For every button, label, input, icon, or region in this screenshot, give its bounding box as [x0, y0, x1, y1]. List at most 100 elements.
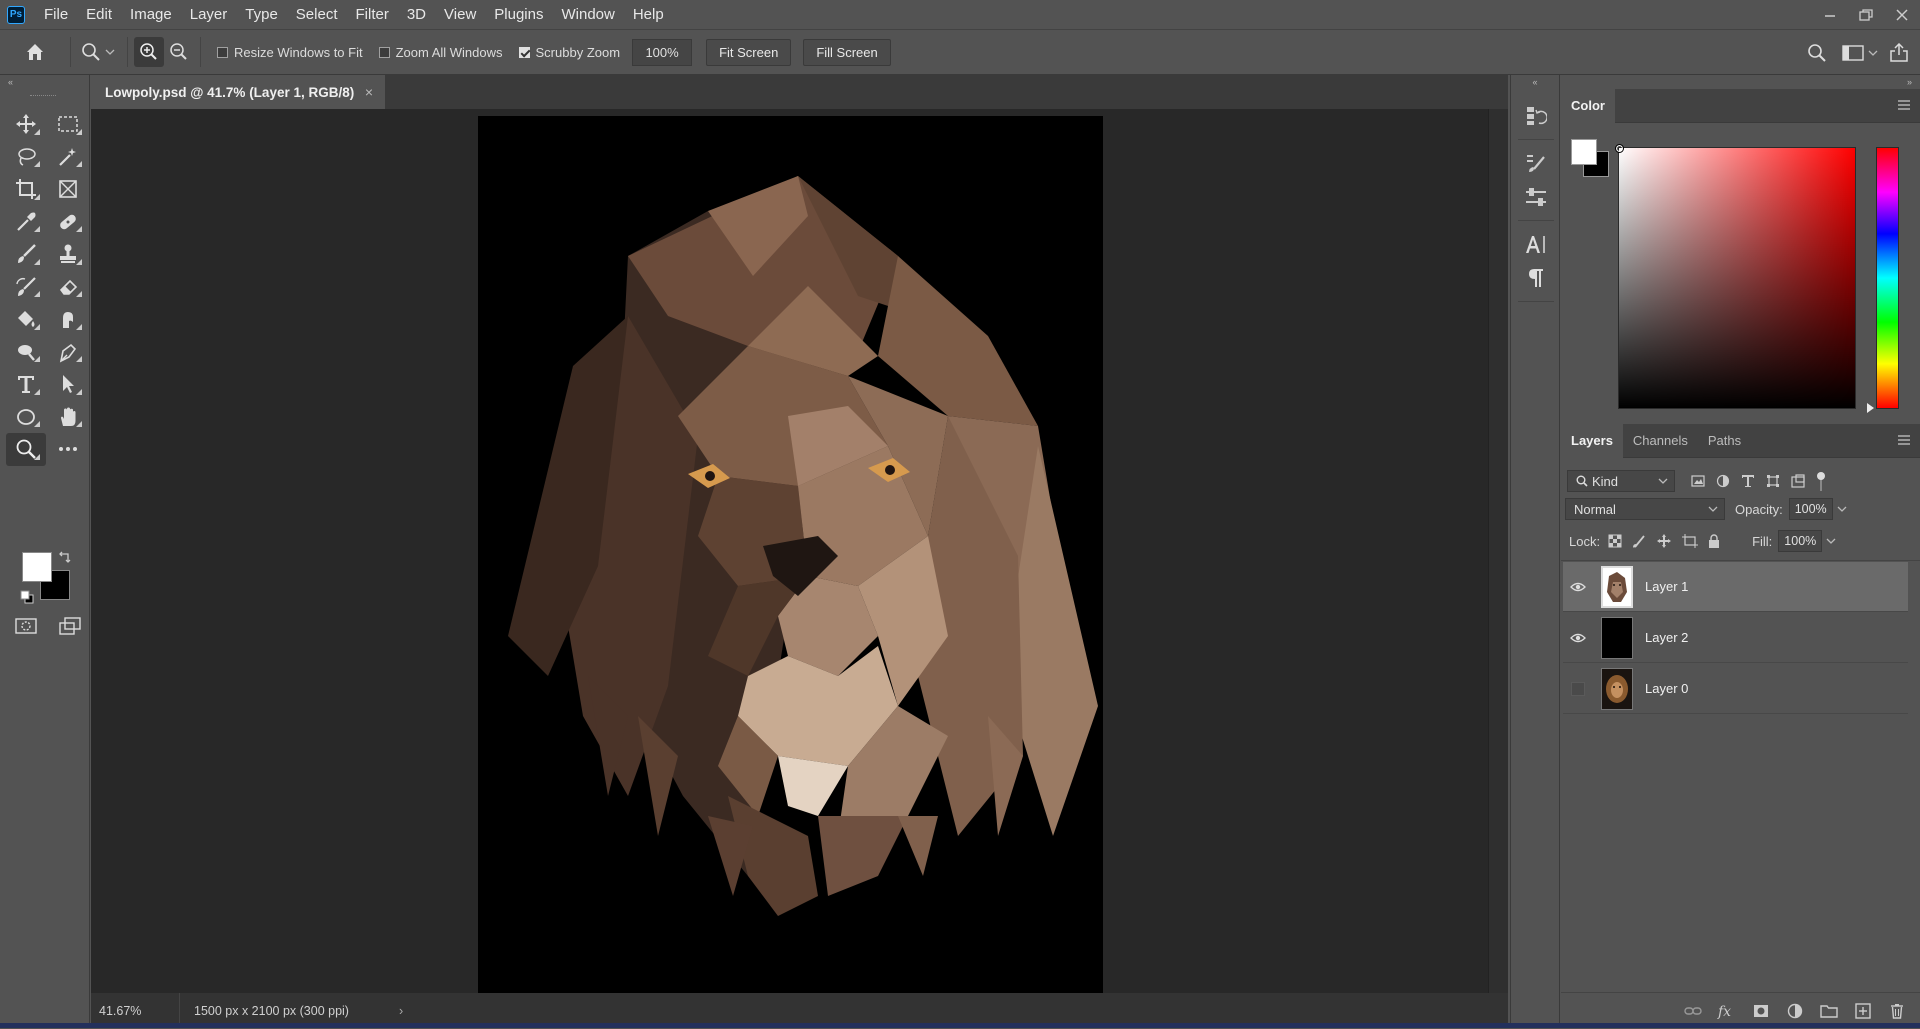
menu-type[interactable]: Type — [236, 0, 287, 29]
minimize-button[interactable] — [1812, 0, 1848, 29]
fill-screen-button[interactable]: Fill Screen — [803, 38, 891, 66]
eyedropper-tool[interactable] — [6, 206, 46, 239]
zoom-out-button[interactable] — [164, 37, 194, 67]
blend-mode-select[interactable]: Normal — [1565, 498, 1725, 520]
panel-menu-icon[interactable] — [1898, 435, 1910, 445]
lasso-tool[interactable] — [6, 141, 46, 174]
color-picker-field[interactable] — [1615, 144, 1856, 409]
layer-row-layer-2[interactable]: Layer 2 — [1563, 613, 1908, 663]
crop-tool[interactable] — [6, 173, 46, 206]
scrubby-zoom-checkbox[interactable]: Scrubby Zoom — [518, 45, 620, 60]
layer-visibility-toggle[interactable] — [1563, 664, 1593, 714]
eraser-tool[interactable] — [48, 271, 88, 304]
resize-windows-checkbox[interactable]: Resize Windows to Fit — [217, 45, 363, 60]
collapse-panels-icon[interactable]: » — [1561, 75, 1920, 89]
chevron-down-icon[interactable] — [1835, 502, 1849, 516]
history-panel-button[interactable] — [1517, 99, 1555, 133]
layer-visibility-toggle[interactable] — [1563, 613, 1593, 663]
quick-mask-button[interactable] — [6, 610, 46, 643]
chevron-down-icon[interactable] — [1824, 534, 1838, 548]
filter-smart-object-icon[interactable] — [1791, 474, 1805, 488]
layer-row-layer-0[interactable]: Layer 0 — [1563, 664, 1908, 714]
menu-3d[interactable]: 3D — [398, 0, 435, 29]
vertical-scrollbar[interactable] — [1488, 109, 1508, 993]
color-panel-tab[interactable]: Color — [1561, 88, 1615, 123]
filter-shape-icon[interactable] — [1766, 474, 1780, 488]
close-tab-icon[interactable]: × — [365, 84, 373, 100]
chevron-down-icon[interactable] — [105, 48, 115, 56]
zoom-percent-field[interactable]: 100% — [632, 38, 693, 66]
menu-plugins[interactable]: Plugins — [485, 0, 552, 29]
brush-settings-button[interactable] — [1517, 146, 1555, 180]
filter-adjustment-icon[interactable] — [1716, 474, 1730, 488]
swap-colors-icon[interactable] — [58, 550, 72, 564]
zoom-in-button[interactable] — [134, 37, 164, 67]
type-tool[interactable] — [6, 368, 46, 401]
panel-menu-icon[interactable] — [1898, 100, 1910, 110]
path-selection-tool[interactable] — [48, 368, 88, 401]
healing-brush-tool[interactable] — [48, 206, 88, 239]
layer-visibility-toggle[interactable] — [1563, 562, 1593, 612]
menu-file[interactable]: File — [35, 0, 77, 29]
menu-layer[interactable]: Layer — [181, 0, 237, 29]
fill-field[interactable]: 100% — [1778, 530, 1823, 552]
tab-layers[interactable]: Layers — [1561, 423, 1623, 458]
layer-name[interactable]: Layer 1 — [1645, 579, 1688, 594]
layer-name[interactable]: Layer 0 — [1645, 681, 1688, 696]
chevron-down-icon[interactable] — [1868, 49, 1878, 57]
home-button[interactable] — [20, 37, 50, 67]
hand-tool[interactable] — [48, 401, 88, 434]
menu-filter[interactable]: Filter — [347, 0, 398, 29]
layer-row-layer-1[interactable]: Layer 1 — [1563, 562, 1908, 612]
lock-position-icon[interactable] — [1656, 533, 1672, 549]
smudge-tool[interactable] — [48, 303, 88, 336]
color-field-cursor[interactable] — [1615, 144, 1624, 153]
zoom-all-windows-box[interactable] — [378, 46, 390, 58]
hue-slider-pointer[interactable] — [1867, 403, 1874, 413]
dodge-tool[interactable] — [6, 336, 46, 369]
brush-tool[interactable] — [6, 238, 46, 271]
zoom-tool-preset-button[interactable] — [77, 37, 107, 67]
canvas[interactable] — [478, 116, 1103, 993]
scrubby-zoom-box[interactable] — [518, 46, 530, 58]
filter-type-icon[interactable] — [1741, 474, 1755, 488]
menu-help[interactable]: Help — [624, 0, 673, 29]
tab-paths[interactable]: Paths — [1698, 424, 1751, 458]
filter-pixel-icon[interactable] — [1691, 475, 1705, 487]
status-menu-arrow-icon[interactable]: › — [399, 1004, 403, 1018]
history-brush-tool[interactable] — [6, 271, 46, 304]
share-button[interactable] — [1884, 38, 1914, 68]
screen-mode-button[interactable] — [50, 610, 90, 643]
menu-window[interactable]: Window — [552, 0, 623, 29]
menu-image[interactable]: Image — [121, 0, 181, 29]
color-panel-foreground-swatch[interactable] — [1571, 139, 1597, 165]
status-zoom-value[interactable]: 41.67% — [91, 1004, 149, 1018]
menu-edit[interactable]: Edit — [77, 0, 121, 29]
more-tools[interactable] — [48, 433, 88, 466]
restore-button[interactable] — [1848, 0, 1884, 29]
layer-name[interactable]: Layer 2 — [1645, 630, 1688, 645]
opacity-field[interactable]: 100% — [1788, 498, 1833, 520]
marquee-tool[interactable] — [48, 108, 88, 141]
search-button[interactable] — [1802, 38, 1832, 68]
adjustments-button[interactable] — [1517, 180, 1555, 214]
menu-select[interactable]: Select — [287, 0, 347, 29]
lock-image-pixels-icon[interactable] — [1632, 534, 1646, 548]
paint-bucket-tool[interactable] — [6, 303, 46, 336]
default-colors-icon[interactable] — [20, 590, 34, 604]
foreground-color-swatch[interactable] — [22, 552, 52, 582]
frame-tool[interactable] — [48, 173, 88, 206]
paragraph-panel-button[interactable] — [1517, 261, 1555, 295]
collapse-toolbar-icon[interactable]: « — [0, 75, 89, 89]
document-tab[interactable]: Lowpoly.psd @ 41.7% (Layer 1, RGB/8) × — [91, 75, 385, 109]
collapse-dock-icon[interactable]: « — [1511, 75, 1559, 89]
resize-windows-box[interactable] — [217, 46, 228, 58]
ellipse-tool[interactable] — [6, 401, 46, 434]
lock-transparent-pixels-icon[interactable] — [1608, 534, 1622, 548]
character-panel-button[interactable] — [1517, 227, 1555, 261]
tab-channels[interactable]: Channels — [1623, 424, 1698, 458]
menu-view[interactable]: View — [435, 0, 485, 29]
filter-toggle-icon[interactable] — [1816, 471, 1826, 491]
zoom-all-windows-checkbox[interactable]: Zoom All Windows — [378, 45, 503, 60]
zoom-tool[interactable] — [6, 433, 46, 466]
